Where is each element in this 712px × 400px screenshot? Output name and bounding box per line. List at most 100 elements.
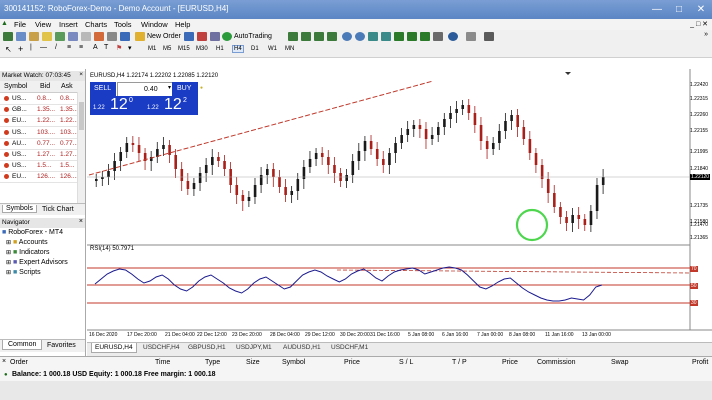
minimize-icon[interactable]: — bbox=[646, 0, 668, 19]
timeframe-w1[interactable]: W1 bbox=[268, 46, 277, 52]
meta-editor-icon[interactable] bbox=[120, 32, 130, 41]
col-symbol[interactable]: Symbol bbox=[4, 83, 27, 90]
menu-tools[interactable]: Tools bbox=[114, 20, 132, 29]
timeframe-m1[interactable]: M1 bbox=[148, 46, 156, 52]
sell-button[interactable]: SELL bbox=[90, 82, 116, 96]
col-order[interactable]: Order bbox=[10, 359, 28, 366]
horizontal-line-icon[interactable]: — bbox=[40, 44, 47, 51]
menu-insert[interactable]: Insert bbox=[59, 20, 78, 29]
market-watch-icon[interactable] bbox=[29, 32, 39, 41]
market-watch-row[interactable]: GB... 1.35... 1.35... bbox=[0, 104, 85, 117]
expand-icon[interactable]: ⊞ bbox=[6, 250, 11, 256]
properties-icon[interactable] bbox=[484, 32, 494, 41]
tab-tick-chart[interactable]: Tick Chart bbox=[42, 206, 74, 213]
options-icon[interactable] bbox=[107, 32, 117, 41]
close-icon[interactable]: ✕ bbox=[690, 0, 712, 19]
bar-chart-icon[interactable] bbox=[288, 32, 298, 41]
market-watch-row[interactable]: US... 1.27... 1.27... bbox=[0, 149, 85, 161]
nav-expert-advisors[interactable]: ⊞ ■ Expert Advisors bbox=[6, 259, 68, 266]
market-watch-close-icon[interactable]: × bbox=[79, 71, 83, 78]
buy-button[interactable]: BUY bbox=[172, 82, 198, 96]
col-bid[interactable]: Bid bbox=[40, 83, 50, 90]
nav-root[interactable]: ■ RoboForex - MT4 bbox=[2, 229, 63, 236]
chart-window[interactable]: EURUSD,H4 1.22174 1.22202 1.22085 1.2212… bbox=[87, 69, 712, 342]
tab-favorites[interactable]: Favorites bbox=[47, 342, 76, 349]
child-window-controls[interactable]: _ □ ✕ bbox=[690, 20, 708, 28]
col-symbol[interactable]: Symbol bbox=[282, 359, 305, 366]
market-watch-row[interactable]: US... 103.... 103.... bbox=[0, 127, 85, 139]
ask-price-display[interactable]: 1.22 12 2 bbox=[144, 96, 198, 115]
new-order-button[interactable]: New Order bbox=[135, 31, 181, 43]
autotrading-button[interactable]: AutoTrading bbox=[222, 31, 282, 43]
navigator-close-icon[interactable]: × bbox=[79, 218, 83, 225]
market-watch-row[interactable]: US... 0.8... 0.8... bbox=[0, 93, 85, 105]
toolbar-chevron-icon[interactable]: » bbox=[704, 31, 708, 38]
indicators-icon[interactable] bbox=[394, 32, 404, 41]
col-price-current[interactable]: Price bbox=[502, 359, 518, 366]
candlestick-icon[interactable] bbox=[301, 32, 311, 41]
market-watch-row[interactable]: EU... 126.... 126.... bbox=[0, 171, 85, 184]
expand-icon[interactable]: ⊞ bbox=[6, 260, 11, 266]
signals-icon[interactable] bbox=[197, 32, 207, 41]
market-watch-scrollbar[interactable] bbox=[77, 92, 85, 203]
line-chart-icon[interactable] bbox=[314, 32, 324, 41]
grid-icon[interactable] bbox=[433, 32, 443, 41]
nav-scripts[interactable]: ⊞ ■ Scripts bbox=[6, 269, 41, 276]
expand-icon[interactable]: ⊞ bbox=[6, 240, 11, 246]
market-icon[interactable] bbox=[210, 32, 220, 41]
col-profit[interactable]: Profit bbox=[692, 359, 708, 366]
chart-tab-eurusd-h4[interactable]: EURUSD,H4 bbox=[91, 343, 137, 353]
tools-dropdown-icon[interactable] bbox=[466, 32, 476, 41]
market-watch-row[interactable]: AU... 0.77... 0.77... bbox=[0, 138, 85, 150]
expand-icon[interactable]: ⊞ bbox=[6, 270, 11, 276]
menu-view[interactable]: View bbox=[35, 20, 51, 29]
market-watch-row[interactable]: EU... 1.22... 1.22... bbox=[0, 115, 85, 128]
channel-icon[interactable]: ≡ bbox=[67, 44, 71, 51]
balance-row[interactable]: ● Balance: 1 000.18 USD Equity: 1 000.18… bbox=[0, 369, 712, 381]
timeframe-d1[interactable]: D1 bbox=[251, 46, 259, 52]
tab-symbols[interactable]: Symbols bbox=[2, 205, 37, 213]
zoom-out-icon[interactable] bbox=[355, 32, 365, 41]
timeframe-h4[interactable]: H4 bbox=[232, 45, 244, 53]
shapes-dropdown-icon[interactable]: ▾ bbox=[128, 44, 132, 52]
vertical-line-icon[interactable]: | bbox=[30, 44, 32, 51]
menu-file[interactable]: File bbox=[14, 20, 26, 29]
col-sl[interactable]: S / L bbox=[399, 359, 413, 366]
timeframe-h1[interactable]: H1 bbox=[216, 46, 224, 52]
tile-windows-icon[interactable] bbox=[368, 32, 378, 41]
lot-spinner-icon[interactable]: ▾ bbox=[168, 84, 171, 91]
chart-tab-usdchf-h4[interactable]: USDCHF,H4 bbox=[143, 344, 179, 351]
timeframe-m30[interactable]: M30 bbox=[196, 46, 208, 52]
profiles-icon[interactable] bbox=[16, 32, 26, 41]
metaquotes-language-icon[interactable] bbox=[184, 32, 194, 41]
arrow-tool-icon[interactable]: ⚑ bbox=[116, 44, 122, 52]
terminal-icon[interactable] bbox=[68, 32, 78, 41]
fibonacci-icon[interactable]: ≡ bbox=[79, 44, 83, 51]
data-window-icon[interactable] bbox=[42, 32, 52, 41]
market-watch-row[interactable]: US... 1.5... 1.5... bbox=[0, 160, 85, 173]
history-icon[interactable] bbox=[94, 32, 104, 41]
menu-help[interactable]: Help bbox=[175, 20, 190, 29]
menu-window[interactable]: Window bbox=[141, 20, 168, 29]
nav-accounts[interactable]: ⊞ ■ Accounts bbox=[6, 239, 48, 246]
text-tool-icon[interactable]: A bbox=[93, 44, 98, 51]
col-tp[interactable]: T / P bbox=[452, 359, 467, 366]
navigator-icon[interactable] bbox=[55, 32, 65, 41]
menu-charts[interactable]: Charts bbox=[85, 20, 107, 29]
timeframe-m15[interactable]: M15 bbox=[178, 46, 190, 52]
col-commission[interactable]: Commission bbox=[537, 359, 576, 366]
bid-price-display[interactable]: 1.22 12 0 bbox=[90, 96, 144, 115]
tab-common[interactable]: Common bbox=[2, 340, 43, 350]
terminal-close-icon[interactable]: × bbox=[2, 358, 6, 365]
nav-indicators[interactable]: ⊞ ■ Indicators bbox=[6, 249, 50, 256]
cursor-icon[interactable]: ↖ bbox=[5, 45, 12, 54]
trendline-icon[interactable]: / bbox=[55, 44, 57, 51]
templates-icon[interactable] bbox=[420, 32, 430, 41]
auto-scroll-icon[interactable] bbox=[327, 32, 337, 41]
clock-icon[interactable] bbox=[448, 32, 458, 41]
col-type[interactable]: Type bbox=[205, 359, 220, 366]
col-time[interactable]: Time bbox=[155, 359, 170, 366]
chart-tab-usdchf-m1[interactable]: USDCHF,M1 bbox=[331, 344, 368, 351]
chart-shift-icon[interactable] bbox=[381, 32, 391, 41]
label-tool-icon[interactable]: T bbox=[104, 44, 108, 51]
